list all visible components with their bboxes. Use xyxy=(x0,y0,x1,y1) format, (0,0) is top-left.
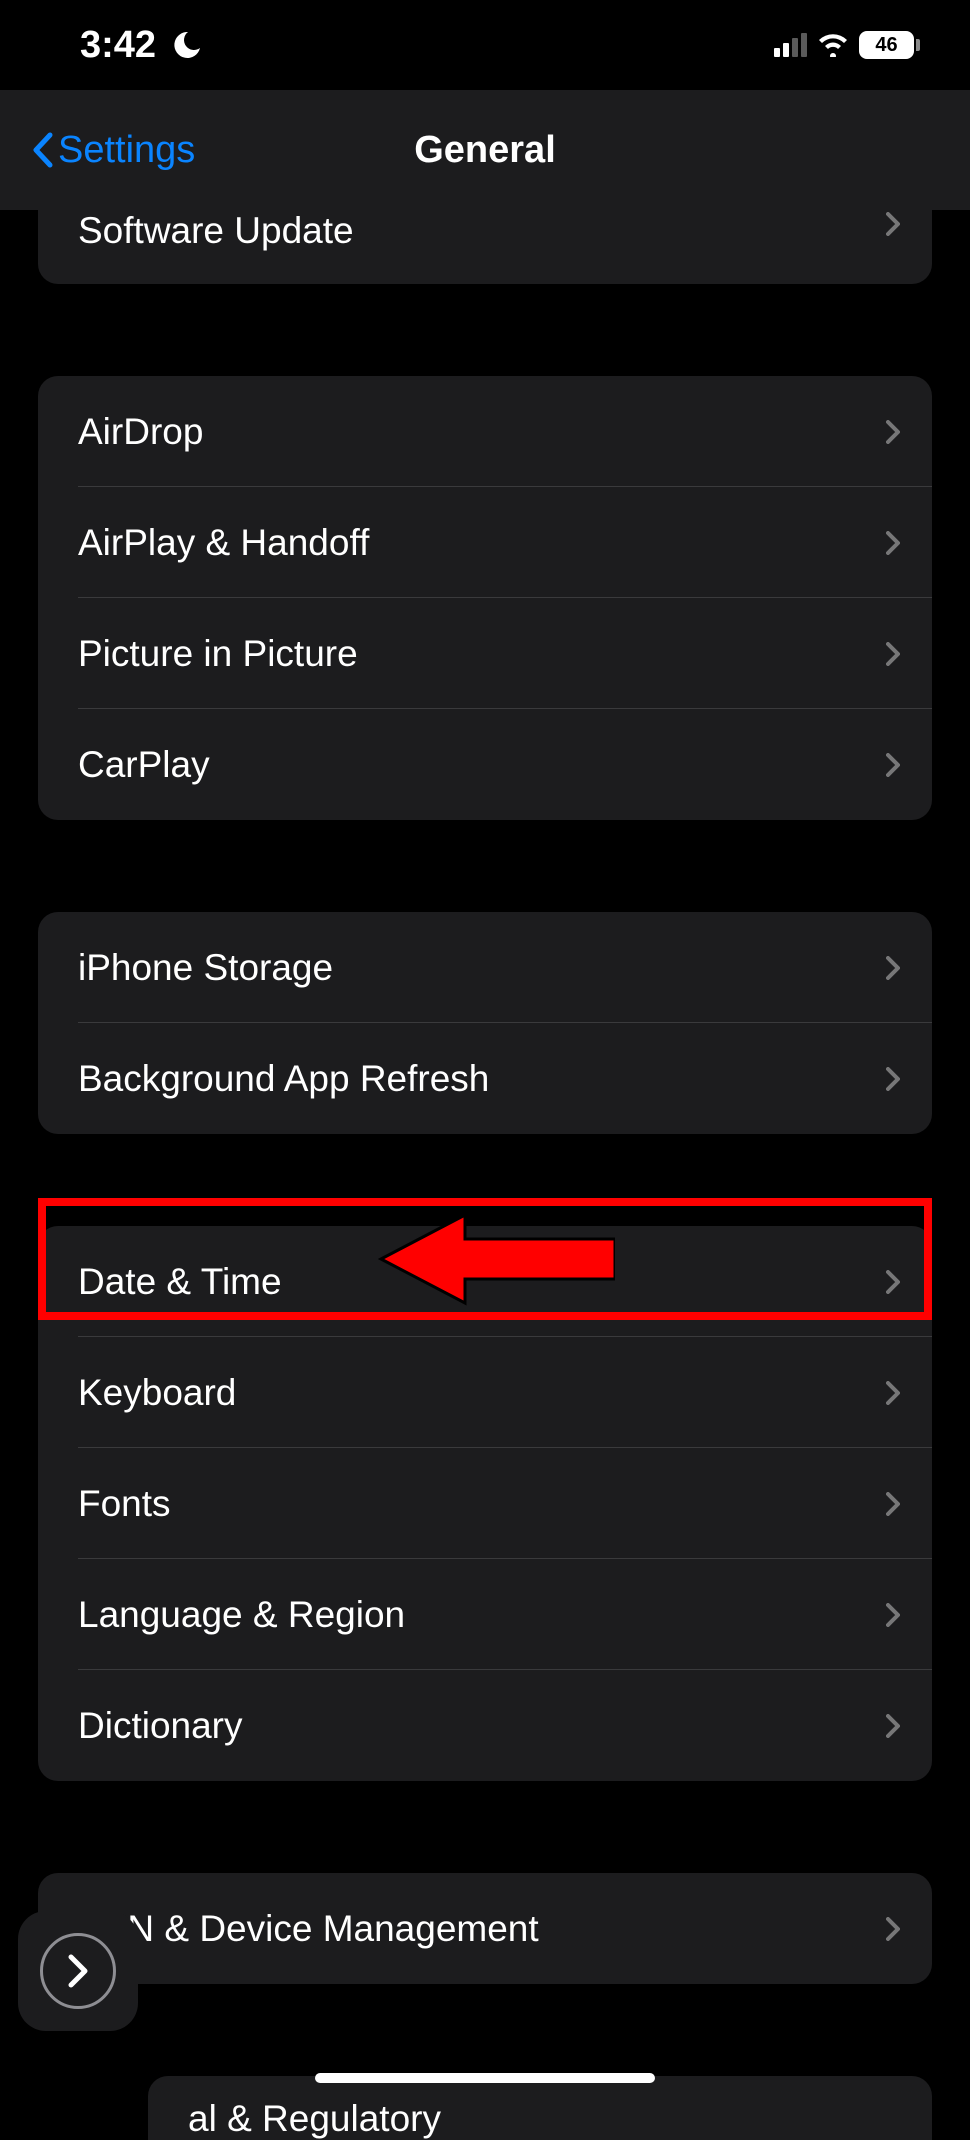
settings-group: AirDrop AirPlay & Handoff Picture in Pic… xyxy=(38,376,932,820)
row-label: Dictionary xyxy=(78,1705,884,1747)
row-label: CarPlay xyxy=(78,744,884,786)
row-language-region[interactable]: Language & Region xyxy=(38,1559,932,1670)
settings-group: iPhone Storage Background App Refresh xyxy=(38,912,932,1134)
row-software-update[interactable]: Software Update xyxy=(38,210,932,284)
row-legal-regulatory[interactable]: al & Regulatory xyxy=(148,2076,932,2140)
row-label: Picture in Picture xyxy=(78,633,884,675)
row-airdrop[interactable]: AirDrop xyxy=(38,376,932,487)
row-date-time[interactable]: Date & Time xyxy=(38,1226,932,1337)
row-label: Keyboard xyxy=(78,1372,884,1414)
row-vpn-device-management[interactable]: VPN & Device Management xyxy=(38,1873,932,1984)
home-indicator[interactable] xyxy=(315,2073,655,2083)
chevron-right-icon xyxy=(884,1601,902,1629)
back-button[interactable]: Settings xyxy=(30,129,195,172)
row-iphone-storage[interactable]: iPhone Storage xyxy=(38,912,932,1023)
row-label: al & Regulatory xyxy=(188,2098,902,2140)
battery-level: 46 xyxy=(859,31,914,59)
status-left: 3:42 xyxy=(80,24,202,67)
row-fonts[interactable]: Fonts xyxy=(38,1448,932,1559)
status-right: 46 xyxy=(774,31,920,59)
chevron-right-icon xyxy=(884,954,902,982)
chevron-right-icon xyxy=(884,1379,902,1407)
status-bar: 3:42 46 xyxy=(0,0,970,90)
chevron-right-icon xyxy=(884,1712,902,1740)
row-dictionary[interactable]: Dictionary xyxy=(38,1670,932,1781)
row-label: VPN & Device Management xyxy=(78,1908,884,1950)
settings-group: VPN & Device Management xyxy=(38,1873,932,1984)
chevron-right-icon xyxy=(40,1933,116,2009)
row-label: Software Update xyxy=(78,210,884,252)
chevron-right-icon xyxy=(884,1065,902,1093)
chevron-right-icon xyxy=(884,210,902,238)
row-carplay[interactable]: CarPlay xyxy=(38,709,932,820)
chevron-left-icon xyxy=(30,131,58,169)
wifi-icon xyxy=(817,33,849,57)
settings-group: al & Regulatory xyxy=(148,2076,932,2140)
settings-group: Software Update xyxy=(38,210,932,284)
back-label: Settings xyxy=(58,129,195,172)
status-time: 3:42 xyxy=(80,24,156,67)
content: Software Update AirDrop AirPlay & Handof… xyxy=(0,210,970,2140)
chevron-right-icon xyxy=(884,1490,902,1518)
moon-icon xyxy=(172,30,202,60)
row-picture-in-picture[interactable]: Picture in Picture xyxy=(38,598,932,709)
row-airplay-handoff[interactable]: AirPlay & Handoff xyxy=(38,487,932,598)
row-keyboard[interactable]: Keyboard xyxy=(38,1337,932,1448)
row-label: iPhone Storage xyxy=(78,947,884,989)
chevron-right-icon xyxy=(884,640,902,668)
floating-next-button[interactable] xyxy=(18,1911,138,2031)
row-background-app-refresh[interactable]: Background App Refresh xyxy=(38,1023,932,1134)
settings-group: Date & Time Keyboard Fonts Language & Re… xyxy=(38,1226,932,1781)
page-title: General xyxy=(414,129,556,172)
row-label: Language & Region xyxy=(78,1594,884,1636)
chevron-right-icon xyxy=(884,1268,902,1296)
chevron-right-icon xyxy=(884,751,902,779)
row-label: Fonts xyxy=(78,1483,884,1525)
chevron-right-icon xyxy=(884,1915,902,1943)
cellular-icon xyxy=(774,33,807,57)
row-label: AirDrop xyxy=(78,411,884,453)
chevron-right-icon xyxy=(884,418,902,446)
nav-bar: Settings General xyxy=(0,90,970,210)
row-label: AirPlay & Handoff xyxy=(78,522,884,564)
row-label: Background App Refresh xyxy=(78,1058,884,1100)
row-label: Date & Time xyxy=(78,1261,884,1303)
battery-icon: 46 xyxy=(859,31,920,59)
chevron-right-icon xyxy=(884,529,902,557)
